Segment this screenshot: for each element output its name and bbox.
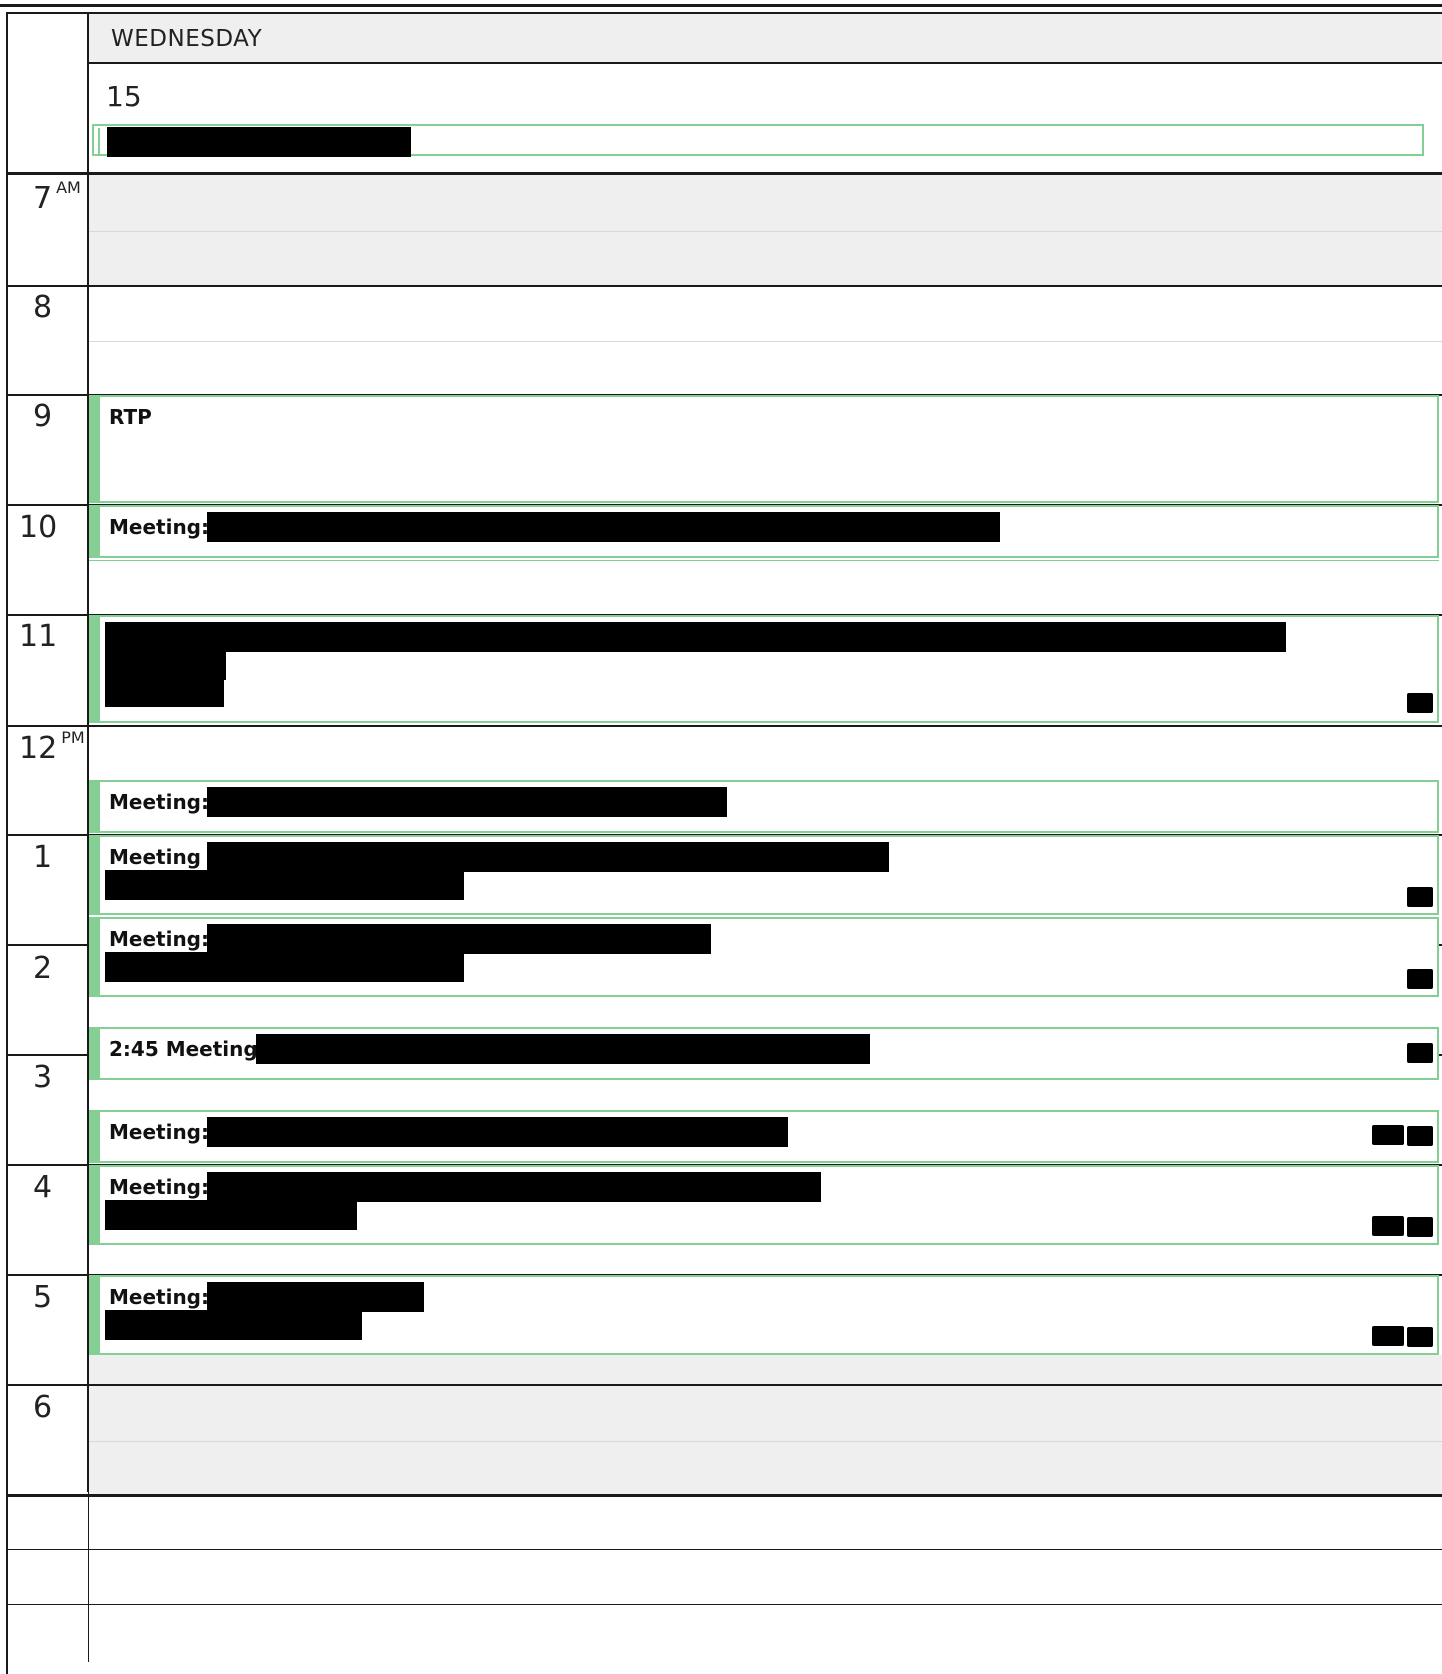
recurring-icon <box>1372 1326 1404 1346</box>
window-top-border <box>0 4 1442 7</box>
reminder-icon <box>1407 1327 1433 1347</box>
recurring-icon <box>1372 1125 1404 1145</box>
redacted-text <box>207 1117 788 1147</box>
redacted-text <box>256 1034 870 1064</box>
day-header[interactable]: WEDNESDAY <box>89 14 1442 64</box>
event-rtp[interactable]: RTP <box>89 395 1439 503</box>
event-meeting-1[interactable]: Meeting : <box>89 835 1439 915</box>
day-end-line <box>8 1494 1442 1497</box>
event-stripe <box>89 780 100 833</box>
event-meeting-10[interactable]: Meeting: <box>89 505 1439 558</box>
time-gutter-divider <box>88 1492 89 1662</box>
hour-line <box>8 285 1442 287</box>
hour-line <box>8 1384 1442 1386</box>
recurring-icon <box>1372 1216 1404 1236</box>
event-title: 2:45 Meeting: <box>109 1037 266 1061</box>
redacted-text <box>107 127 411 157</box>
redacted-text <box>105 677 224 707</box>
half-hour-line <box>89 341 1442 342</box>
event-stripe <box>89 395 100 503</box>
event-stripe <box>89 1275 100 1355</box>
event-meeting-4[interactable]: Meeting: <box>89 1165 1439 1245</box>
reminder-icon <box>1407 693 1433 713</box>
all-day-event[interactable] <box>92 124 1424 157</box>
hour-label-10: 10 <box>19 510 58 545</box>
hour-label-5: 5 <box>33 1280 53 1315</box>
redacted-text <box>105 870 464 900</box>
event-stripe <box>89 1027 100 1080</box>
offhours-band-evening <box>89 1355 1442 1495</box>
event-stripe <box>89 615 100 723</box>
hour-label-4: 4 <box>33 1170 53 1205</box>
footer-row-line <box>8 1549 1442 1550</box>
redacted-text <box>207 787 727 817</box>
footer-row-line <box>8 1604 1442 1605</box>
hour-label-6: 6 <box>33 1390 53 1425</box>
event-title: Meeting: <box>109 1120 209 1144</box>
redacted-text <box>105 952 464 982</box>
event-meeting-1230[interactable]: Meeting: <box>89 780 1439 833</box>
reminder-icon <box>1407 969 1433 989</box>
redacted-text <box>207 1282 424 1312</box>
event-stripe <box>89 1165 100 1245</box>
hour-label-11: 11 <box>19 619 58 654</box>
event-meeting-245[interactable]: 2:45 Meeting: <box>89 1027 1439 1080</box>
hour-label-3: 3 <box>33 1060 53 1095</box>
redacted-text <box>105 622 1286 652</box>
all-day-event-stripe <box>98 128 100 154</box>
event-stripe <box>89 835 100 915</box>
reminder-icon <box>1407 1217 1433 1237</box>
redacted-text <box>105 650 226 680</box>
event-title: RTP <box>109 405 152 429</box>
event-title: Meeting: <box>109 927 209 951</box>
day-name: WEDNESDAY <box>111 26 263 52</box>
event-stub <box>89 560 1439 561</box>
event-meeting-145[interactable]: Meeting: <box>89 917 1439 997</box>
reminder-icon <box>1407 1126 1433 1146</box>
event-stripe <box>89 505 100 558</box>
event-meeting-5[interactable]: Meeting: <box>89 1275 1439 1355</box>
reminder-icon <box>1407 887 1433 907</box>
event-stripe <box>89 917 100 997</box>
event-11[interactable] <box>89 615 1439 723</box>
hour-label-9: 9 <box>33 399 53 434</box>
redacted-text <box>207 924 711 954</box>
hour-label-8: 8 <box>33 290 53 325</box>
redacted-text <box>207 842 889 872</box>
half-hour-line <box>89 231 1442 232</box>
event-title: Meeting: <box>109 790 209 814</box>
redacted-text <box>105 1200 357 1230</box>
event-title: Meeting: <box>109 515 209 539</box>
hour-label-1: 1 <box>33 840 53 875</box>
event-title: Meeting: <box>109 1285 209 1309</box>
hour-line <box>8 725 1442 727</box>
redacted-text <box>207 1172 821 1202</box>
event-meeting-330[interactable]: Meeting: <box>89 1110 1439 1163</box>
half-hour-line <box>89 1441 1442 1442</box>
reminder-icon <box>1407 1043 1433 1063</box>
time-gutter-divider <box>87 12 89 1492</box>
event-title: Meeting: <box>109 1175 209 1199</box>
offhours-band-morning <box>89 175 1442 285</box>
hour-label-7: 7 AM <box>33 178 81 216</box>
day-date[interactable]: 15 <box>106 80 142 113</box>
redacted-text <box>207 512 1000 542</box>
hour-label-12: 12 PM <box>19 728 85 766</box>
redacted-text <box>105 1310 362 1340</box>
event-stripe <box>89 1110 100 1163</box>
hour-label-2: 2 <box>33 951 53 986</box>
event-title: Meeting : <box>109 845 216 869</box>
